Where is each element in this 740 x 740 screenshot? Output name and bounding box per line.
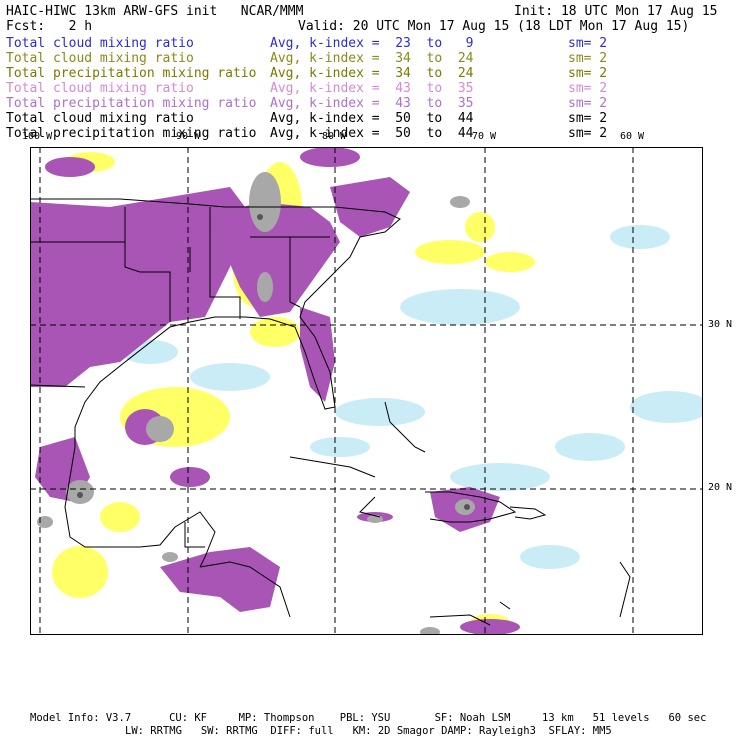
lon-label-80w: 80 W: [322, 131, 347, 142]
legend-sm-4: sm= 2: [568, 96, 608, 111]
legend-sm-1: sm= 2: [568, 51, 608, 66]
legend-index-4: Avg, k-index = 43 to 35: [270, 96, 474, 111]
lon-label-100w: 100 W: [22, 131, 53, 142]
legend-sm-0: sm= 2: [568, 36, 608, 51]
legend-field-3: Total cloud mixing ratio: [6, 81, 194, 96]
lat-label-30n: 30 N: [708, 319, 733, 330]
lat-label-20n: 20 N: [708, 482, 733, 493]
valid-time: Valid: 20 UTC Mon 17 Aug 15 (18 LDT Mon …: [298, 19, 690, 34]
lon-label-70w: 70 W: [472, 131, 497, 142]
legend-sm-5: sm= 2: [568, 111, 608, 126]
lon-label-60w: 60 W: [620, 131, 645, 142]
model-info-line2: LW: RRTMG SW: RRTMG DIFF: full KM: 2D Sm…: [125, 725, 612, 737]
legend-field-0: Total cloud mixing ratio: [6, 36, 194, 51]
legend-sm-2: sm= 2: [568, 66, 608, 81]
legend-field-2: Total precipitation mixing ratio: [6, 66, 257, 81]
legend-index-5: Avg, k-index = 50 to 44: [270, 111, 474, 126]
init-time: Init: 18 UTC Mon 17 Aug 15: [514, 4, 718, 19]
map-panel: [30, 147, 703, 635]
lon-label-90w: 90 W: [176, 131, 201, 142]
legend-index-2: Avg, k-index = 34 to 24: [270, 66, 474, 81]
legend-index-1: Avg, k-index = 34 to 24: [270, 51, 474, 66]
model-info-line1: Model Info: V3.7 CU: KF MP: Thompson PBL…: [30, 712, 707, 724]
legend-sm-6: sm= 2: [568, 126, 608, 141]
legend-field-5: Total cloud mixing ratio: [6, 111, 194, 126]
legend-index-3: Avg, k-index = 43 to 35: [270, 81, 474, 96]
legend-sm-3: sm= 2: [568, 81, 608, 96]
legend-field-4: Total precipitation mixing ratio: [6, 96, 257, 111]
forecast-hour: Fcst: 2 h: [6, 19, 93, 34]
legend-field-1: Total cloud mixing ratio: [6, 51, 194, 66]
run-title: HAIC-HIWC 13km ARW-GFS init NCAR/MMM: [6, 4, 304, 19]
legend-index-0: Avg, k-index = 23 to 9: [270, 36, 474, 51]
legend-index-6: Avg, k-index = 50 to 44: [270, 126, 474, 141]
